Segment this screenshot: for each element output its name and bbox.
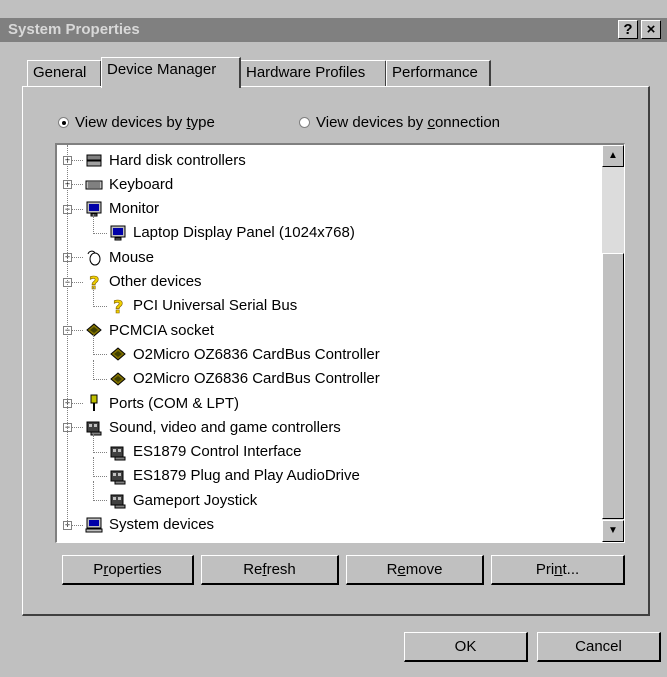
pcmcia-card-icon bbox=[109, 370, 127, 388]
view-by-connection-radio[interactable]: View devices by connection bbox=[299, 114, 500, 131]
question-mark-icon: ? bbox=[109, 296, 127, 318]
svg-text:?: ? bbox=[113, 297, 123, 315]
tree-connector-line bbox=[93, 475, 107, 477]
tree-item-label: ES1879 Plug and Play AudioDrive bbox=[133, 467, 360, 485]
pcmcia-card-icon bbox=[109, 345, 127, 363]
pcmcia-card-icon bbox=[85, 321, 103, 339]
tree-category-row[interactable]: Hard disk controllers bbox=[85, 149, 246, 171]
scroll-down-arrow-icon[interactable]: ▼ bbox=[602, 520, 624, 542]
tree-device-row[interactable]: ? PCI Universal Serial Bus bbox=[109, 295, 298, 318]
tree-device-row[interactable]: Gameport Joystick bbox=[109, 489, 257, 511]
sound-card-icon bbox=[109, 491, 127, 509]
vertical-scrollbar[interactable]: ▲ ▼ bbox=[602, 145, 624, 542]
tree-connector-line bbox=[93, 456, 94, 477]
properties-button[interactable]: Properties bbox=[62, 555, 194, 585]
tree-item-label: PCMCIA socket bbox=[109, 321, 215, 339]
view-by-connection-label: View devices by connection bbox=[316, 114, 501, 131]
svg-text:?: ? bbox=[89, 273, 99, 291]
tree-connector-line bbox=[93, 286, 94, 307]
scrollbar-thumb[interactable] bbox=[602, 253, 624, 519]
tree-item-label: Monitor bbox=[109, 200, 160, 218]
tree-item-label: Hard disk controllers bbox=[109, 151, 246, 169]
tree-item-label: Laptop Display Panel (1024x768) bbox=[133, 224, 355, 242]
tab-label: General bbox=[33, 64, 87, 81]
tree-connector-line bbox=[93, 359, 94, 380]
radio-selected-indicator bbox=[58, 117, 69, 128]
tree-category-row[interactable]: System devices bbox=[85, 514, 214, 536]
tree-category-row[interactable]: PCMCIA socket bbox=[85, 319, 214, 341]
sound-card-icon bbox=[85, 418, 103, 436]
tree-connector-line bbox=[93, 378, 107, 380]
tree-connector-line bbox=[93, 305, 107, 307]
computer-icon bbox=[85, 516, 103, 534]
tab-general[interactable]: General bbox=[27, 60, 102, 86]
tree-connector-line bbox=[93, 335, 94, 356]
tree-connector-line bbox=[93, 500, 107, 502]
radio-unselected-indicator bbox=[299, 117, 310, 128]
title-bar[interactable]: System Properties ? × bbox=[0, 18, 667, 42]
monitor-icon bbox=[109, 224, 127, 242]
tab-device-manager[interactable]: Device Manager bbox=[101, 57, 241, 88]
close-button[interactable]: × bbox=[641, 20, 661, 39]
tree-item-label: Mouse bbox=[109, 248, 155, 266]
tree-category-row[interactable]: Monitor bbox=[85, 198, 159, 220]
cancel-button[interactable]: Cancel bbox=[537, 632, 661, 662]
tree-category-row[interactable]: Mouse bbox=[85, 246, 154, 268]
tree-connector-line bbox=[67, 145, 68, 525]
tab-hardware-profiles[interactable]: Hardware Profiles bbox=[240, 60, 387, 86]
tree-category-row[interactable]: Sound, video and game controllers bbox=[85, 416, 341, 438]
monitor-icon bbox=[85, 200, 103, 218]
tree-item-label: O2Micro OZ6836 CardBus Controller bbox=[133, 345, 380, 363]
tree-device-row[interactable]: O2Micro OZ6836 CardBus Controller bbox=[109, 343, 380, 365]
scroll-up-arrow-icon[interactable]: ▲ bbox=[602, 145, 624, 167]
tree-connector-line bbox=[93, 451, 107, 453]
tree-item-label: Ports (COM & LPT) bbox=[109, 394, 240, 412]
device-tree[interactable]: ▲ ▼ Hard disk controllers + Keyboard + Monit… bbox=[55, 143, 625, 543]
tree-item-label: PCI Universal Serial Bus bbox=[133, 297, 298, 315]
tree-device-row[interactable]: ES1879 Plug and Play AudioDrive bbox=[109, 465, 360, 487]
tab-performance[interactable]: Performance bbox=[386, 60, 491, 86]
tab-label: Device Manager bbox=[107, 61, 217, 78]
sound-card-icon bbox=[109, 443, 127, 461]
tab-label: Performance bbox=[392, 64, 478, 81]
sound-card-icon bbox=[109, 467, 127, 485]
tree-device-row[interactable]: Laptop Display Panel (1024x768) bbox=[109, 222, 355, 244]
system-properties-window: System Properties ? × General Device Man… bbox=[0, 0, 667, 677]
view-by-type-radio[interactable]: View devices by type bbox=[58, 114, 215, 131]
tree-connector-line bbox=[93, 354, 107, 356]
tree-connector-line bbox=[93, 213, 94, 234]
remove-button[interactable]: Remove bbox=[346, 555, 484, 585]
port-connector-icon bbox=[85, 394, 103, 412]
help-button[interactable]: ? bbox=[618, 20, 638, 39]
keyboard-icon bbox=[85, 175, 103, 193]
tree-connector-line bbox=[93, 432, 94, 453]
window-title: System Properties bbox=[8, 21, 140, 38]
tree-item-label: Gameport Joystick bbox=[133, 491, 258, 509]
ok-button[interactable]: OK bbox=[404, 632, 528, 662]
tree-device-row[interactable]: O2Micro OZ6836 CardBus Controller bbox=[109, 368, 380, 390]
question-mark-icon: ? bbox=[85, 272, 103, 294]
tree-category-row[interactable]: Keyboard bbox=[85, 173, 173, 195]
print-button[interactable]: Print... bbox=[491, 555, 625, 585]
tree-connector-line bbox=[93, 481, 94, 502]
hard-disk-controller-icon bbox=[85, 151, 103, 169]
view-by-type-label: View devices by type bbox=[75, 114, 215, 131]
tree-category-row[interactable]: Ports (COM & LPT) bbox=[85, 392, 239, 414]
tree-connector-line bbox=[93, 232, 107, 234]
tree-item-label: Keyboard bbox=[109, 175, 174, 193]
tree-device-row[interactable]: ES1879 Control Interface bbox=[109, 441, 301, 463]
refresh-button[interactable]: Refresh bbox=[201, 555, 339, 585]
tree-item-label: ES1879 Control Interface bbox=[133, 443, 302, 461]
mouse-icon bbox=[85, 248, 103, 266]
tree-item-label: System devices bbox=[109, 516, 215, 533]
tree-item-label: Sound, video and game controllers bbox=[109, 418, 341, 436]
tree-item-label: O2Micro OZ6836 CardBus Controller bbox=[133, 370, 380, 388]
tab-label: Hardware Profiles bbox=[246, 64, 366, 81]
tree-item-label: Other devices bbox=[109, 273, 202, 290]
tree-category-row[interactable]: ? Other devices bbox=[85, 271, 202, 294]
